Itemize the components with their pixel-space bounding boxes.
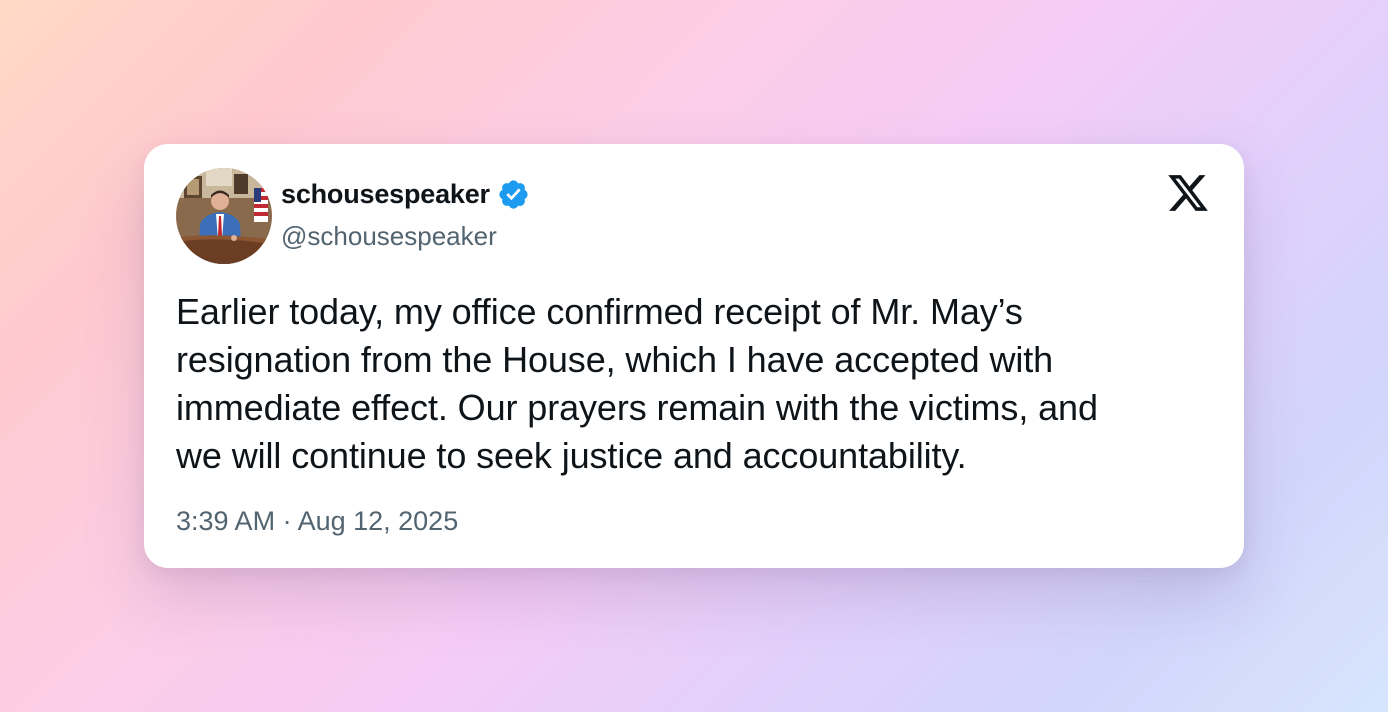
tweet-card: schousespeaker @schousespeaker Earlier t… — [144, 144, 1244, 568]
avatar[interactable] — [176, 168, 272, 264]
tweet-timestamp[interactable]: 3:39 AM · Aug 12, 2025 — [176, 506, 458, 537]
display-name[interactable]: schousespeaker — [281, 179, 490, 210]
verified-badge-icon — [497, 178, 530, 211]
avatar-photo — [176, 168, 272, 264]
tweet-text: Earlier today, my office confirmed recei… — [176, 291, 1098, 476]
user-handle[interactable]: @schousespeaker — [281, 221, 497, 252]
x-logo-icon[interactable] — [1166, 171, 1210, 215]
name-row: schousespeaker — [281, 176, 530, 212]
